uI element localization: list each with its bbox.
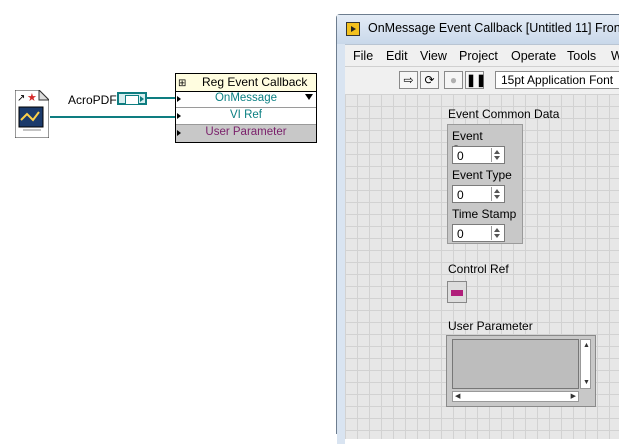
user-parameter-label: User Parameter [205, 126, 287, 138]
reg-event-callback-header[interactable]: ⊞ Reg Event Callback [176, 74, 316, 92]
scroll-up-icon[interactable]: ▲ [583, 342, 590, 349]
callback-vi-icon[interactable]: ↗ ★ [14, 88, 51, 139]
menu-bar: File Edit View Project Operate Tools W [345, 44, 619, 67]
event-type-numeric[interactable]: 0 [452, 185, 505, 203]
control-ref-refnum[interactable] [447, 281, 467, 303]
time-stamp-value: 0 [457, 227, 464, 241]
vertical-scrollbar[interactable]: ▲ ▼ [580, 339, 591, 389]
event-common-data-cluster[interactable]: Event Source 0 Event Type 0 Time Stamp 0 [447, 124, 523, 244]
run-arrow-icon[interactable]: ⇨ [399, 71, 418, 89]
menu-file[interactable]: File [353, 49, 373, 63]
refnum-arrow-icon [140, 96, 144, 102]
abort-icon[interactable]: ● [444, 71, 463, 89]
menu-window[interactable]: W [611, 49, 619, 63]
horizontal-scrollbar[interactable]: ◀ ▶ [452, 391, 579, 402]
event-source-value: 0 [457, 149, 464, 163]
labview-app-icon [346, 22, 360, 36]
node-event-icon: ⊞ [178, 78, 186, 89]
window-frame [337, 44, 345, 444]
svg-text:↗: ↗ [17, 93, 25, 104]
user-parameter-display [452, 339, 579, 389]
menu-edit[interactable]: Edit [386, 49, 408, 63]
acropdf-refnum-terminal[interactable] [117, 92, 147, 105]
user-parameter-variant[interactable]: ▲ ▼ ◀ ▶ [446, 335, 596, 407]
time-stamp-numeric[interactable]: 0 [452, 224, 505, 242]
menu-view[interactable]: View [420, 49, 447, 63]
vi-ref-label: VI Ref [230, 109, 262, 121]
reg-event-callback-node[interactable]: ⊞ Reg Event Callback OnMessage VI Ref Us… [175, 73, 317, 143]
increment-decrement-icon[interactable] [491, 187, 503, 201]
increment-decrement-icon[interactable] [491, 148, 503, 162]
font-selector[interactable]: 15pt Application Font [495, 71, 619, 89]
event-type-label: Event Type [452, 168, 512, 182]
user-parameter-panel-label: User Parameter [448, 319, 533, 333]
control-refnum-icon [451, 290, 463, 296]
event-terminal-onmessage[interactable]: OnMessage [176, 91, 316, 108]
event-common-data-label: Event Common Data [448, 107, 560, 121]
window-title: OnMessage Event Callback [Untitled 11] F… [368, 21, 619, 35]
node-title: Reg Event Callback [202, 75, 308, 89]
vi-ref-terminal[interactable]: VI Ref [176, 108, 316, 125]
event-source-numeric[interactable]: 0 [452, 146, 505, 164]
control-ref-label: Control Ref [448, 262, 509, 276]
svg-text:★: ★ [27, 91, 37, 104]
refnum-wire[interactable] [147, 97, 176, 99]
menu-project[interactable]: Project [459, 49, 498, 63]
menu-operate[interactable]: Operate [511, 49, 556, 63]
toolbar: ⇨ ⟳ ● ❚❚ 15pt Application Font [345, 66, 619, 95]
event-type-value: 0 [457, 188, 464, 202]
increment-decrement-icon[interactable] [491, 226, 503, 240]
menu-tools[interactable]: Tools [567, 49, 596, 63]
chevron-down-icon[interactable] [305, 94, 313, 100]
vi-ref-wire[interactable] [50, 116, 176, 118]
run-continuously-icon[interactable]: ⟳ [420, 71, 439, 89]
scroll-left-icon[interactable]: ◀ [455, 393, 460, 400]
pause-icon[interactable]: ❚❚ [465, 71, 486, 89]
time-stamp-label: Time Stamp [452, 207, 517, 221]
svg-text:⊞: ⊞ [178, 78, 186, 89]
event-terminal-label: OnMessage [214, 92, 277, 104]
acropdf-label: AcroPDF [68, 93, 117, 107]
user-parameter-terminal[interactable]: User Parameter [176, 125, 316, 142]
scroll-right-icon[interactable]: ▶ [571, 393, 576, 400]
refnum-icon [125, 95, 139, 105]
scroll-down-icon[interactable]: ▼ [583, 379, 590, 386]
window-titlebar[interactable]: OnMessage Event Callback [Untitled 11] F… [337, 15, 619, 44]
